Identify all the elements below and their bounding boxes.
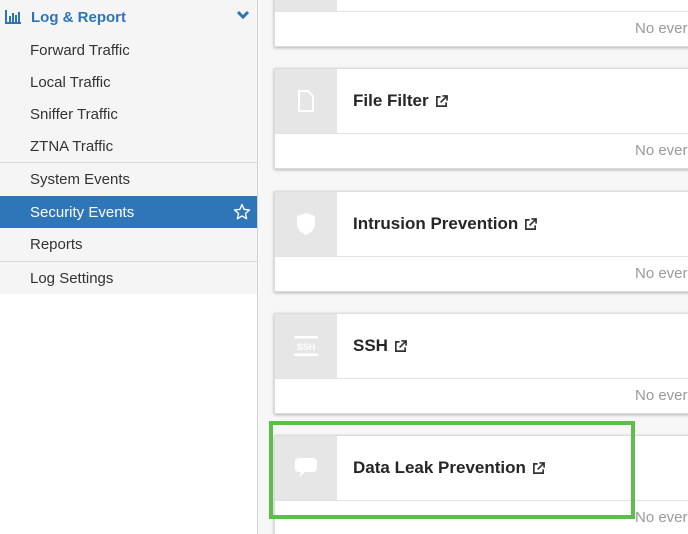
no-events-text: No ever [635,509,688,526]
ssh-link[interactable]: SSH [353,336,407,356]
file-filter-link[interactable]: File Filter [353,91,448,111]
data-leak-prevention-link[interactable]: Data Leak Prevention [353,458,545,478]
card-icon [275,0,337,11]
no-events-text: No ever [635,20,688,37]
sidebar-item-system-events[interactable]: System Events [0,162,257,196]
no-events-text: No ever [635,387,688,404]
ssh-card: SSH SSH No ever [274,313,688,414]
file-icon [298,90,314,112]
shield-icon [297,213,315,235]
card-title: SSH [353,336,388,355]
sidebar: Log & Report Forward Traffic Local Traff… [0,0,258,534]
card-title: Intrusion Prevention [353,214,519,233]
chevron-down-icon[interactable] [237,10,249,20]
sidebar-item-label: Security Events [30,203,135,221]
intrusion-prevention-link[interactable]: Intrusion Prevention [353,214,538,234]
sidebar-item-reports[interactable]: Reports [0,228,257,261]
section-label: Log & Report [31,8,126,26]
external-link-icon[interactable] [524,217,538,231]
bar-chart-icon [5,10,21,24]
log-report-section-header[interactable]: Log & Report [0,0,257,34]
sidebar-item-label: Forward Traffic [30,41,130,59]
sidebar-item-label: Sniffer Traffic [30,105,118,123]
file-filter-card: File Filter No ever [274,68,688,169]
sidebar-item-security-events[interactable]: Security Events [0,196,257,228]
star-outline-icon[interactable] [233,203,251,221]
ssh-icon: SSH [294,336,318,356]
sidebar-item-label: System Events [30,171,131,188]
card-title: Data Leak Prevention [353,458,526,477]
external-link-icon[interactable] [394,339,407,353]
no-events-text: No ever [635,142,688,159]
sidebar-item-log-settings[interactable]: Log Settings [0,261,257,294]
sidebar-item-forward-traffic[interactable]: Forward Traffic [0,34,257,66]
external-link-icon[interactable] [435,94,448,108]
svg-text:SSH: SSH [297,342,316,352]
speech-bubble-icon [295,458,317,477]
security-events-content: No ever File Filter No ever Intrusion Pr… [258,0,688,534]
sidebar-item-label: Log Settings [30,269,114,287]
sidebar-item-label: Reports [30,236,83,253]
card-title: File Filter [353,91,429,110]
sidebar-item-label: ZTNA Traffic [30,137,114,155]
sidebar-item-local-traffic[interactable]: Local Traffic [0,66,257,98]
intrusion-prevention-card: Intrusion Prevention No ever [274,191,688,292]
sidebar-item-sniffer-traffic[interactable]: Sniffer Traffic [0,98,257,130]
no-events-text: No ever [635,265,688,282]
sidebar-item-ztna-traffic[interactable]: ZTNA Traffic [0,130,257,162]
data-leak-prevention-card: Data Leak Prevention No ever [274,435,688,534]
sidebar-item-label: Local Traffic [30,73,111,91]
event-card: No ever [274,0,688,47]
external-link-icon[interactable] [532,461,545,475]
